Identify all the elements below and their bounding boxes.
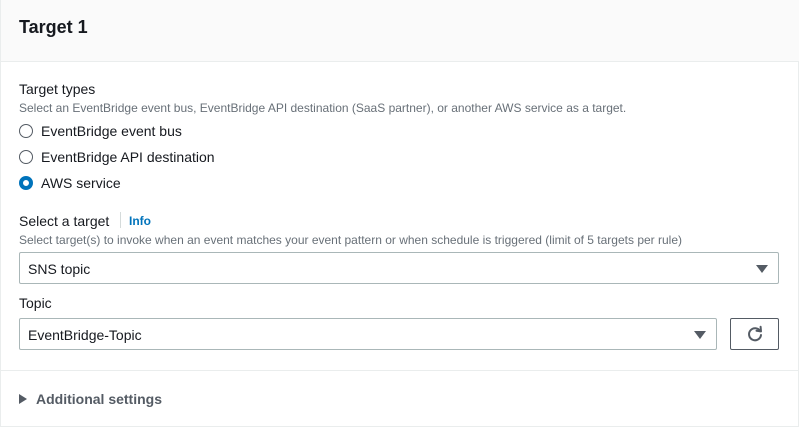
caret-right-icon [19,394,27,404]
radio-eventbridge-api-destination[interactable]: EventBridge API destination [19,147,215,167]
topic-select-value: EventBridge-Topic [28,327,142,343]
caret-down-icon [756,265,768,273]
target-panel: Target 1 Target types Select an EventBri… [0,0,799,427]
target-select[interactable]: SNS topic [19,252,779,284]
refresh-icon [747,325,762,342]
refresh-button[interactable] [730,318,779,350]
radio-label: EventBridge API destination [41,149,215,165]
radio-button-selected[interactable] [19,176,33,190]
caret-down-icon [694,331,706,339]
additional-settings-label: Additional settings [36,391,162,407]
target-types-label: Target types [19,81,96,97]
panel-title: Target 1 [19,17,88,37]
radio-button[interactable] [19,124,33,138]
info-link[interactable]: Info [129,214,151,228]
radio-eventbridge-event-bus[interactable]: EventBridge event bus [19,121,182,141]
topic-label: Topic [19,295,52,311]
radio-aws-service[interactable]: AWS service [19,173,121,193]
radio-button[interactable] [19,150,33,164]
additional-settings-toggle[interactable]: Additional settings [19,390,162,408]
panel-header: Target 1 [1,0,799,62]
target-select-value: SNS topic [28,261,91,277]
info-separator [120,212,121,228]
section-divider [1,370,799,371]
target-types-description: Select an EventBridge event bus, EventBr… [19,101,627,115]
topic-select[interactable]: EventBridge-Topic [19,318,717,350]
radio-label: AWS service [41,175,121,191]
radio-label: EventBridge event bus [41,123,182,139]
select-target-description: Select target(s) to invoke when an event… [19,233,682,247]
select-target-label: Select a target [19,213,110,229]
